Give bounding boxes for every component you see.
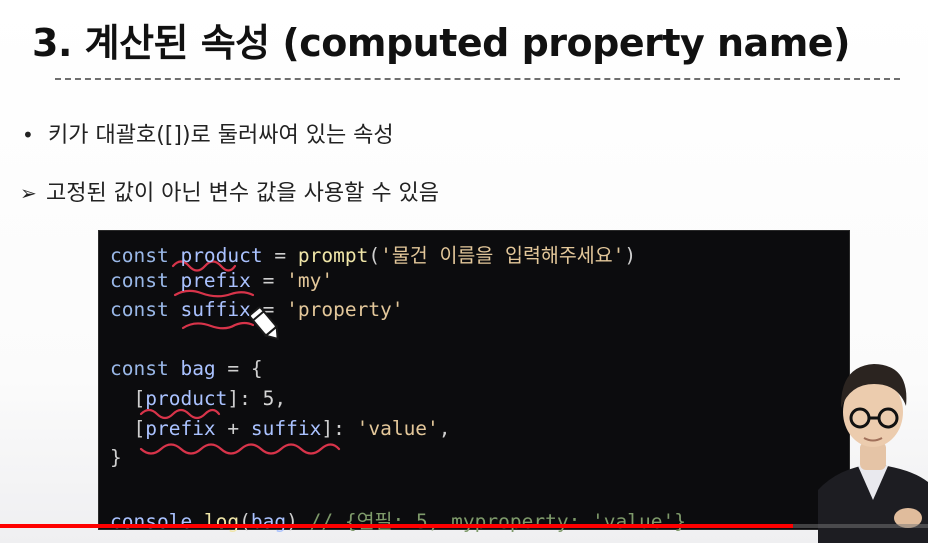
code-token: ]: <box>321 416 357 440</box>
code-token: // {연필: 5, myproperty: 'value'} <box>309 510 686 534</box>
code-token: prefix <box>145 416 216 440</box>
code-token: , <box>274 387 287 410</box>
code-token: [ <box>110 387 146 410</box>
code-token: prefix <box>180 268 251 292</box>
code-token: const <box>110 298 169 322</box>
code-token: prompt <box>297 244 369 267</box>
code-token: console <box>110 510 193 534</box>
code-line: const bag = { <box>110 357 263 380</box>
code-token: ( <box>368 244 381 267</box>
video-progress-fill <box>0 524 794 528</box>
code-token: ) <box>624 244 637 267</box>
code-token: . <box>192 510 204 534</box>
code-token: log <box>203 510 240 534</box>
code-token: '물건 이름을 입력해주세요' <box>380 244 625 267</box>
bullet-dot-icon: • <box>22 123 34 147</box>
code-token: suffix <box>250 416 322 440</box>
code-token: product <box>180 244 263 267</box>
code-token: 5 <box>262 387 275 410</box>
code-token: ) <box>286 510 310 534</box>
bullet-text: 키가 대괄호([])로 둘러싸여 있는 속성 <box>48 123 394 148</box>
code-line: } <box>110 446 122 469</box>
code-token: [ <box>110 416 146 440</box>
code-token: = <box>262 244 298 267</box>
code-token: } <box>110 446 122 470</box>
code-token: bag <box>180 357 216 381</box>
code-token: + <box>215 416 251 440</box>
code-line: const product = prompt('물건 이름을 입력해주세요') <box>110 239 636 268</box>
code-token: 'my' <box>286 268 334 292</box>
code-block: const product = prompt('물건 이름을 입력해주세요') c… <box>98 230 850 533</box>
slide: 3. 계산된 속성 (computed property name) • 키가 대… <box>0 0 928 543</box>
video-progress-bar[interactable] <box>0 524 928 528</box>
title-divider <box>55 78 900 80</box>
presenter-video <box>818 364 928 543</box>
slide-title: 3. 계산된 속성 (computed property name) <box>32 21 850 65</box>
code-token: suffix <box>180 298 251 322</box>
code-token: ( <box>239 510 251 534</box>
code-token: = { <box>215 357 263 381</box>
code-token: 'value' <box>356 416 439 440</box>
bullet-item: • 키가 대괄호([])로 둘러싸여 있는 속성 <box>22 117 394 149</box>
code-line: const prefix = 'my' <box>110 269 333 292</box>
code-token: product <box>145 387 228 410</box>
code-line: [prefix + suffix]: 'value', <box>110 416 451 440</box>
code-token: const <box>110 244 169 267</box>
bullet-text: 고정된 값이 아닌 변수 값을 사용할 수 있음 <box>46 181 440 206</box>
code-token: , <box>438 416 451 440</box>
code-token: const <box>110 357 169 381</box>
code-line: [product]: 5, <box>110 387 286 410</box>
code-line: console.log(bag) // {연필: 5, myproperty: … <box>110 505 686 534</box>
bullet-item: ➢ 고정된 값이 아닌 변수 값을 사용할 수 있음 <box>20 175 439 207</box>
code-token: ]: <box>227 387 263 410</box>
pen-cursor-icon <box>248 306 279 341</box>
code-token: 'property' <box>286 298 404 322</box>
arrow-bullet-icon: ➢ <box>20 181 37 205</box>
code-token: bag <box>250 510 287 534</box>
code-token: = <box>250 268 287 292</box>
code-token: const <box>110 268 169 292</box>
